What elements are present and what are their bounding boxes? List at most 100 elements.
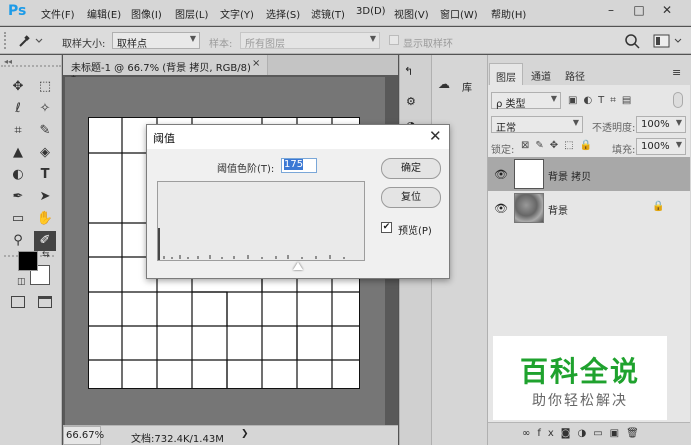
dodge-tool-icon[interactable]: ◐ [7,165,29,185]
dialog-title: 阈值 [147,125,449,149]
eye-icon[interactable]: 👁 [494,168,508,181]
panel-menu-icon[interactable]: ≡ [672,66,681,79]
zoom-tool-icon[interactable]: ⚲ [7,231,29,251]
watermark-subtitle: 助你轻松解决 [532,393,628,409]
menu-item[interactable]: 滤镜(T) [311,6,345,21]
library-label[interactable]: 库 [462,79,472,94]
fill-label: 填充: [612,145,636,156]
history-icon[interactable]: ↰ [404,65,413,78]
eyedropper-icon [19,35,43,47]
sample-select[interactable]: 所有图层 ▼ [240,32,380,50]
move-tool-icon[interactable]: ✥ [7,77,29,97]
menu-item[interactable]: 文件(F) [41,6,75,21]
layer-filter-select[interactable]: ρ 类型 ▼ [491,92,561,110]
search-button[interactable] [623,32,641,50]
swap-colors-icon[interactable]: ⇆ [42,250,50,260]
tab-layers[interactable]: 图层 [489,63,523,85]
show-ring-checkbox[interactable] [389,35,399,45]
fill-input[interactable]: 100% ▼ [636,138,686,155]
menu-item[interactable]: 视图(V) [394,6,429,21]
menu-item[interactable]: 图像(I) [131,6,162,21]
quick-mask-icon[interactable] [11,296,25,308]
menu-item[interactable]: 图层(L) [175,6,208,21]
threshold-level-value: 175 [284,159,304,170]
sample-size-select[interactable]: 取样点 ▼ [112,32,200,50]
preview-checkbox[interactable]: ✔ [381,222,392,233]
tab-channels[interactable]: 通道 [525,63,557,85]
chevron-down-icon: ▼ [369,34,376,43]
shape-tool-icon[interactable]: ▭ [7,209,29,229]
watermark: 百科全说 助你轻松解决 [493,336,667,420]
close-button[interactable]: ✕ [656,3,678,21]
menu-item[interactable]: 3D(D) [356,6,386,17]
level-label: 阈值色阶(T): [217,164,275,175]
threshold-slider-handle[interactable] [293,262,303,270]
close-document-icon[interactable]: × [252,58,260,69]
filter-icons[interactable]: ▣◐T⌗▤ [568,95,637,106]
workspace-icon [653,34,682,48]
document-tab[interactable]: 未标题-1 @ 66.7% (背景 拷贝, RGB/8) * [63,55,268,85]
lock-icons[interactable]: ⊠✎✥⬚🔒 [521,140,598,151]
menu-item[interactable]: 选择(S) [266,6,300,21]
blend-mode-select[interactable]: 正常 ▼ [491,116,583,134]
threshold-dialog: 阈值 ✕ 阈值色阶(T): 175 确定 复位 ✔ 预览(P) [146,124,450,279]
histogram [157,181,365,261]
screen-mode-icon[interactable] [38,296,52,308]
stamp-tool-icon[interactable]: ▲ [7,143,29,163]
type-tool-icon[interactable]: T [34,165,56,185]
layer-row-background[interactable]: 👁 背景 🔒 [488,191,690,225]
close-icon[interactable]: ✕ [429,127,442,145]
opacity-input[interactable]: 100% ▼ [636,116,686,133]
default-colors-icon[interactable]: ◫ [17,277,26,287]
layer-filter-value: ρ 类型 [496,99,526,110]
pen-tool-icon[interactable]: ✒ [7,187,29,207]
foreground-color-swatch[interactable] [18,251,38,271]
ok-button[interactable]: 确定 [381,158,441,179]
minimize-button[interactable]: – [600,3,622,21]
status-menu-arrow-icon[interactable]: ❯ [241,429,249,439]
menu-item[interactable]: 编辑(E) [87,6,121,21]
properties-icon[interactable]: ⚙ [406,95,416,108]
marquee-tool-icon[interactable]: ⬚ [34,77,56,97]
blend-mode-value: 正常 [496,123,516,134]
lasso-tool-icon[interactable]: ℓ [7,99,29,119]
filter-toggle[interactable] [673,92,683,108]
crop-tool-icon[interactable]: ⌗ [7,121,29,141]
tab-paths[interactable]: 路径 [559,63,591,85]
lock-icon: 🔒 [652,201,665,212]
opacity-label: 不透明度: [592,123,636,134]
eyedropper-preset-button[interactable] [14,31,44,50]
layers-footer-icons[interactable]: ∞fx◙◑▭▣🗑 [488,422,690,445]
chevron-down-icon: ▼ [189,34,196,43]
menu-item[interactable]: 窗口(W) [440,6,478,21]
menu-item[interactable]: 帮助(H) [491,6,526,21]
eraser-tool-icon[interactable]: ◈ [34,143,56,163]
app-logo: Ps [8,3,27,19]
sample-size-label: 取样大小: [62,39,106,50]
grip-handle[interactable] [4,32,6,49]
maximize-button[interactable]: □ [628,3,650,21]
reset-button[interactable]: 复位 [381,187,441,208]
threshold-level-input[interactable]: 175 [281,158,317,173]
path-select-tool-icon[interactable]: ➤ [34,187,56,207]
show-ring-label: 显示取样环 [403,39,453,50]
brush-tool-icon[interactable]: ✎ [34,121,56,141]
chevron-down-icon: ▼ [550,94,557,103]
magic-wand-tool-icon[interactable]: ✧ [34,99,56,119]
chevron-down-icon: ▼ [572,118,579,127]
status-bar: 66.67% 文档:732.4K/1.43M ❯ [63,425,398,445]
menu-item[interactable]: 文字(Y) [220,6,254,21]
zoom-field[interactable]: 66.67% [63,426,104,445]
eye-icon[interactable]: 👁 [494,202,508,215]
sample-label: 样本: [209,39,233,50]
sample-value: 所有图层 [245,39,285,50]
eyedropper-tool-icon[interactable]: ✐ [34,231,56,251]
layer-thumbnail [514,159,544,189]
workspace-switcher[interactable] [652,32,686,50]
hand-tool-icon[interactable]: ✋ [34,209,56,229]
opacity-value: 100% [641,119,670,130]
tab-bar-empty [268,55,398,75]
grip-handle[interactable] [1,65,61,69]
layer-row-background-copy[interactable]: 👁 背景 拷贝 [488,157,690,191]
library-icon[interactable]: ☁ [438,77,450,91]
